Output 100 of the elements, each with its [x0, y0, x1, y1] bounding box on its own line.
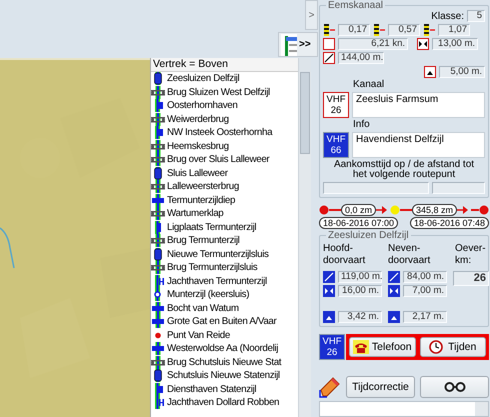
floodgate-icon: [154, 288, 161, 302]
list-item[interactable]: Weiwerderbrug: [167, 112, 229, 126]
value-field: 5: [467, 10, 485, 22]
klasse-label: Klasse:: [431, 10, 464, 22]
distance-label: 345,8 zm: [412, 204, 458, 216]
list-item[interactable]: Brug Termunterzijl: [167, 234, 240, 248]
list-item[interactable]: Lalleweersterbrug: [167, 180, 239, 194]
list-item[interactable]: Oosterhornhaven: [167, 99, 238, 112]
list-item[interactable]: Ligplaats Termunterzijl: [167, 220, 256, 234]
marina-icon: [155, 396, 164, 410]
list-item[interactable]: Wartumerklap: [167, 207, 224, 220]
mooring-icon: [155, 220, 161, 234]
scrollbar[interactable]: [298, 58, 311, 417]
section-label: Info: [352, 120, 371, 130]
list-item[interactable]: Brug over Sluis Lalleweer: [167, 153, 270, 166]
length-icon: [388, 271, 400, 283]
lock-icon: [154, 166, 162, 180]
list-item[interactable]: Brug Sluizen West Delfzijl: [167, 86, 270, 99]
list-item[interactable]: NW Insteek Oosterhornha: [167, 126, 272, 140]
text-area[interactable]: Havendienst Delfzijl: [352, 132, 485, 158]
route-line: [400, 209, 412, 211]
junction-icon: [152, 302, 164, 315]
value-field: 7,00 m.: [403, 285, 447, 297]
value-field: 13,00 m.: [432, 38, 478, 50]
bridge-icon: [151, 234, 165, 248]
narrowing-icon: [388, 285, 400, 297]
list-item[interactable]: Westerwoldse Aa (Noordelij: [167, 342, 278, 356]
route-line: [329, 209, 341, 211]
vhf-label: VHF: [326, 134, 346, 145]
junction-icon: [152, 342, 164, 356]
bridge-icon: [151, 112, 165, 126]
expand-button[interactable]: >: [305, 0, 318, 30]
lock-icon: [154, 72, 162, 86]
water-gauge-icon: [373, 24, 385, 36]
phone-icon: [352, 340, 369, 354]
value-field: 2,17 m.: [403, 311, 447, 323]
column-heading: Neven-doorvaart: [388, 243, 432, 268]
list-item[interactable]: Munterzijl (keersluis): [167, 288, 250, 302]
vhf-label: VHF: [322, 336, 342, 347]
list-item[interactable]: Brug Termunterzijlsluis: [167, 261, 258, 274]
group-title: Zeesluizen Delfzijl: [326, 230, 411, 241]
value-field: 5,00 m.: [439, 66, 485, 78]
list-header[interactable]: Vertrek = Boven: [151, 58, 298, 72]
text-area[interactable]: Zeesluis Farmsum: [352, 92, 485, 118]
list-preview-icon: [281, 34, 297, 56]
list-item[interactable]: Zeesluizen Delfzijl: [167, 72, 240, 86]
list-item[interactable]: Jachthaven Dollard Robben: [167, 396, 280, 410]
junction-icon: [152, 194, 164, 207]
bridge-icon: [151, 356, 165, 369]
value-field: 1,07: [438, 24, 470, 36]
time-correction-button[interactable]: Tijdcorrectie: [346, 376, 415, 398]
column-heading: Hoofd-doorvaart: [323, 243, 366, 268]
value-field: 16,00 m.: [338, 285, 382, 297]
value-field: 3,42 m.: [338, 311, 382, 323]
lock-icon: [154, 248, 162, 261]
distance-field: [432, 182, 485, 194]
marina-icon: [155, 274, 164, 288]
pencil-icon: [319, 376, 341, 398]
waypoint-dot-icon: [479, 205, 490, 215]
glasses-button[interactable]: [420, 376, 489, 398]
length-icon: [323, 271, 335, 283]
empty-box-icon: [323, 38, 335, 50]
length-icon: [323, 52, 335, 64]
bridge-icon: [151, 153, 165, 166]
value-field: 0,17: [338, 24, 370, 36]
bridge-icon: [151, 180, 165, 194]
scrollbar[interactable]: [475, 402, 488, 416]
glasses-icon: [444, 382, 466, 392]
vhf-channel: 26: [330, 105, 342, 116]
list-item[interactable]: Grote Gat en Buiten A/Vaar: [167, 315, 276, 328]
harbor-icon: [155, 99, 163, 112]
distance-label: 0,0 zm: [340, 204, 376, 216]
arrival-caption: Aankomsttijd op / de afstand tot het volgende routepunt: [332, 160, 476, 180]
oever-km-field: 26: [453, 271, 489, 286]
list-item[interactable]: Termunterzijldiep: [167, 194, 236, 207]
clearance-icon: [323, 311, 335, 323]
narrowing-icon: [323, 285, 335, 297]
list-item[interactable]: Jachthaven Termunterzijl: [167, 274, 267, 288]
times-button[interactable]: Tijden: [420, 337, 486, 357]
list-item[interactable]: Bocht van Watum: [167, 302, 239, 315]
harbor-icon: [155, 382, 163, 396]
thumbnail-button[interactable]: >>: [278, 32, 318, 57]
vhf-label: VHF: [326, 94, 346, 105]
list-item[interactable]: Schutsluis Nieuwe Statenzijl: [167, 369, 280, 382]
list-item[interactable]: Brug Schutsluis Nieuwe Stat: [167, 356, 282, 369]
list-item[interactable]: Sluis Lalleweer: [167, 166, 228, 180]
bridge-icon: [151, 207, 165, 220]
phone-button[interactable]: Telefoon: [349, 337, 416, 357]
notes-field[interactable]: [319, 401, 489, 417]
list-item[interactable]: Diensthaven Statenzijl: [167, 382, 256, 396]
list-item[interactable]: Nieuwe Termunterzijlsluis: [167, 248, 269, 261]
section-label: Kanaal: [352, 80, 386, 90]
bridge-icon: [151, 140, 165, 153]
list-item[interactable]: Heemskesbrug: [167, 140, 229, 153]
list-item[interactable]: Punt Van Reide: [167, 328, 230, 342]
position-dot-icon: [390, 205, 400, 215]
narrowing-icon: [417, 38, 429, 50]
lock-icon: [154, 369, 162, 382]
value-field: 0,57: [388, 24, 420, 36]
value-field: 119,00 m.: [338, 271, 382, 283]
